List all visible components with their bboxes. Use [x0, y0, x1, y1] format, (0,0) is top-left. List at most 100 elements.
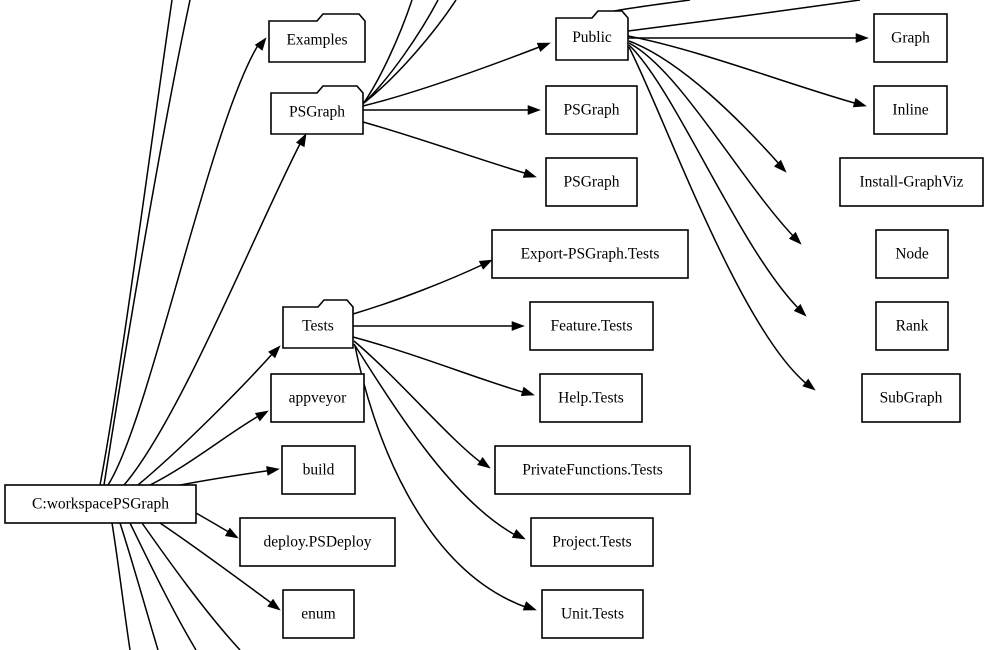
edge-line: [107, 41, 261, 486]
edge-psgraph_dir-to-off_top_c: [362, 0, 413, 105]
graph-node-featuretests[interactable]: Feature.Tests: [529, 301, 654, 351]
graph-node-privtests[interactable]: PrivateFunctions.Tests: [494, 445, 691, 495]
arrowhead-icon: [254, 37, 267, 51]
node-label: Public: [572, 29, 612, 46]
node-label: Tests: [302, 318, 334, 335]
edge-root-to-off_bot_d: [141, 522, 241, 650]
graph-node-graph[interactable]: Graph: [873, 13, 948, 63]
arrowhead-icon: [224, 527, 239, 539]
edge-root-to-off_top_a: [99, 0, 173, 486]
edge-root-to-off_top_b: [103, 0, 191, 486]
edge-public-to-subgraph: [628, 46, 816, 391]
edge-root-to-psgraph_dir: [123, 133, 307, 486]
edge-psgraph_dir-to-psgraph_a: [363, 105, 541, 115]
edge-line: [353, 340, 484, 465]
node-label: build: [303, 462, 335, 479]
edge-line: [628, 46, 809, 386]
graph-node-inline[interactable]: Inline: [873, 85, 948, 135]
node-label: Export-PSGraph.Tests: [521, 246, 660, 263]
arrowhead-icon: [477, 456, 491, 469]
edge-public-to-off_top_f: [613, 0, 691, 12]
edge-public-to-off_top_g: [627, 0, 861, 32]
node-label: appveyor: [289, 390, 348, 407]
edge-line: [123, 139, 303, 486]
graph-node-node[interactable]: Node: [875, 229, 949, 279]
graph-node-enum[interactable]: enum: [282, 589, 355, 639]
edge-public-to-graph: [628, 33, 869, 43]
edge-line: [362, 0, 413, 105]
edge-line: [352, 336, 527, 394]
arrowhead-icon: [266, 466, 280, 476]
node-label: Inline: [892, 102, 928, 119]
edge-line: [362, 121, 529, 175]
edge-line: [99, 0, 173, 486]
graph-node-tests[interactable]: Tests: [282, 299, 354, 349]
edge-public-to-node: [628, 42, 802, 245]
node-label: SubGraph: [880, 390, 943, 407]
node-label: Help.Tests: [558, 390, 624, 407]
node-label: PrivateFunctions.Tests: [522, 462, 663, 479]
edge-root-to-build: [169, 466, 280, 488]
arrowhead-icon: [520, 386, 535, 397]
edge-tests-to-helptests: [352, 336, 535, 397]
edge-psgraph_dir-to-psgraph_b: [362, 121, 537, 178]
node-label: Rank: [896, 318, 929, 335]
graph-node-root[interactable]: C:workspacePSGraph: [4, 484, 197, 524]
edge-tests-to-projtests: [353, 343, 526, 540]
graph-node-subgraph[interactable]: SubGraph: [861, 373, 961, 423]
arrowhead-icon: [536, 42, 551, 52]
directory-graph-canvas: C:workspacePSGraph Examples PSGraph Public P…: [0, 0, 989, 650]
graph-node-projtests[interactable]: Project.Tests: [530, 517, 654, 567]
arrowhead-icon: [802, 378, 816, 391]
node-label: Graph: [891, 30, 930, 47]
node-label: enum: [301, 606, 335, 623]
edge-public-to-inline: [627, 35, 867, 108]
node-label: deploy.PSDeploy: [264, 534, 372, 551]
edge-line: [141, 522, 241, 650]
node-label: Node: [895, 246, 929, 263]
edge-tests-to-featuretests: [353, 321, 525, 331]
graph-node-build[interactable]: build: [281, 445, 356, 495]
graph-node-helptests[interactable]: Help.Tests: [539, 373, 643, 423]
node-label: Install-GraphViz: [859, 174, 963, 191]
edge-root-to-off_bot_a: [111, 522, 131, 650]
arrowhead-icon: [773, 159, 787, 173]
graph-node-deploy[interactable]: deploy.PSDeploy: [239, 517, 396, 567]
graph-node-unittests[interactable]: Unit.Tests: [541, 589, 644, 639]
graph-node-appveyor[interactable]: appveyor: [270, 373, 365, 423]
graph-node-public[interactable]: Public: [555, 10, 629, 61]
node-label: Feature.Tests: [551, 318, 633, 335]
graph-node-examples[interactable]: Examples: [268, 13, 366, 63]
edge-tests-to-privtests: [353, 340, 491, 469]
edge-line: [353, 343, 518, 537]
arrowhead-icon: [855, 33, 869, 43]
node-label: Examples: [286, 32, 347, 49]
node-label: PSGraph: [564, 102, 620, 119]
edge-line: [628, 42, 796, 239]
graph-node-installgv[interactable]: Install-GraphViz: [839, 157, 984, 207]
node-label: C:workspacePSGraph: [32, 496, 169, 513]
edge-line: [627, 0, 861, 32]
edge-root-to-deploy: [195, 512, 239, 539]
edge-tests-to-exporttests: [352, 259, 493, 315]
edge-line: [195, 512, 233, 535]
graph-node-exporttests[interactable]: Export-PSGraph.Tests: [491, 229, 689, 279]
arrowhead-icon: [852, 97, 867, 108]
graph-node-rank[interactable]: Rank: [875, 301, 949, 351]
nodes-layer: C:workspacePSGraph Examples PSGraph Public P…: [4, 10, 984, 639]
arrowhead-icon: [511, 529, 526, 540]
edges-layer: [99, 0, 869, 650]
arrowhead-icon: [511, 321, 525, 331]
edge-line: [111, 522, 131, 650]
graph-node-psgraph_a[interactable]: PSGraph: [545, 85, 638, 135]
arrowhead-icon: [254, 410, 269, 422]
node-label: Unit.Tests: [561, 606, 624, 623]
node-label: PSGraph: [564, 174, 620, 191]
node-label: PSGraph: [289, 104, 345, 121]
node-label: Project.Tests: [552, 534, 631, 551]
arrowhead-icon: [522, 601, 537, 611]
graph-node-psgraph_dir[interactable]: PSGraph: [270, 85, 364, 135]
edge-line: [103, 0, 191, 486]
arrowhead-icon: [522, 168, 537, 178]
graph-node-psgraph_b[interactable]: PSGraph: [545, 157, 638, 207]
